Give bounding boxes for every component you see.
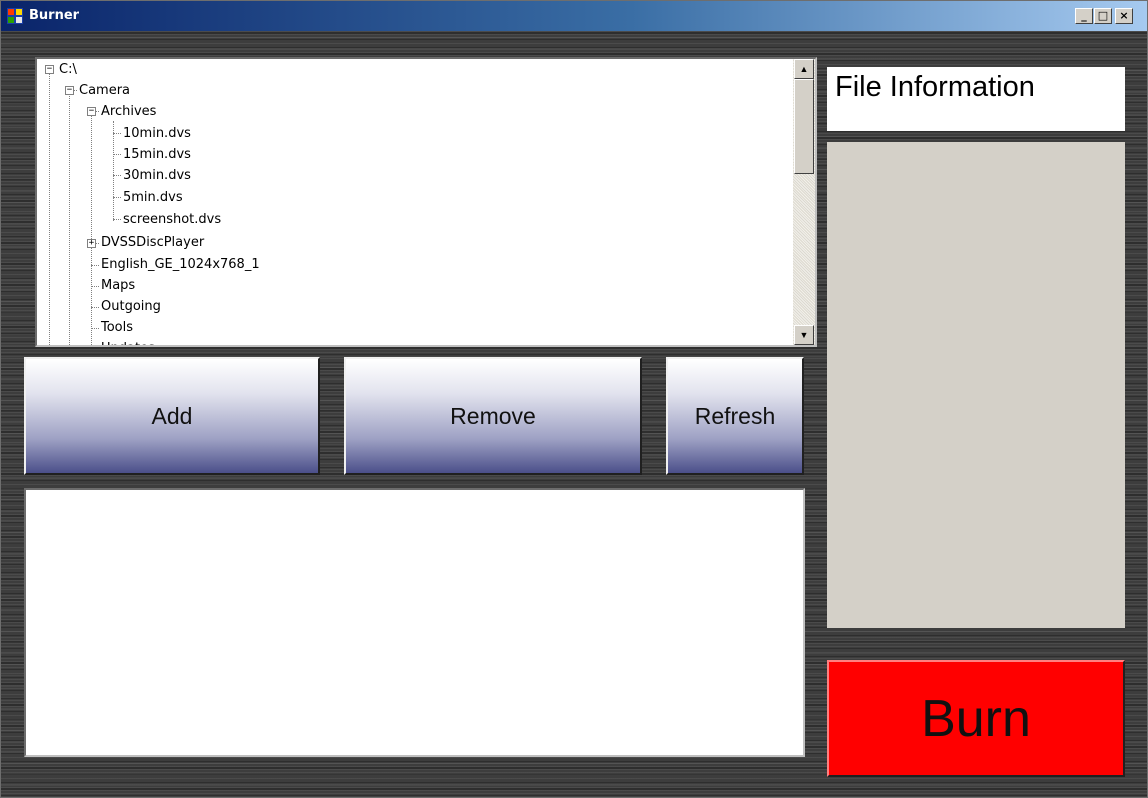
app-icon — [7, 8, 23, 24]
window-title: Burner — [29, 8, 80, 23]
tree-node-c-drive[interactable]: C:\ — [59, 59, 77, 80]
maximize-button[interactable]: □ — [1094, 8, 1112, 24]
close-button[interactable]: × — [1115, 8, 1133, 24]
scroll-thumb[interactable] — [794, 79, 814, 174]
tree-node-file[interactable]: 15min.dvs — [123, 144, 191, 165]
scroll-up-icon[interactable]: ▲ — [794, 59, 814, 79]
tree-node-updates[interactable]: Updates — [101, 338, 155, 345]
folder-tree-view[interactable]: − − − + C:\ Camera Archives 10min.dvs 15… — [35, 57, 817, 347]
tree-node-english-ge[interactable]: English_GE_1024x768_1 — [101, 254, 260, 275]
tree-node-file[interactable]: 30min.dvs — [123, 165, 191, 186]
tree-node-archives[interactable]: Archives — [101, 101, 156, 122]
tree-node-maps[interactable]: Maps — [101, 275, 135, 296]
collapse-icon[interactable]: − — [87, 107, 96, 116]
collapse-icon[interactable]: − — [45, 65, 54, 74]
add-button[interactable]: Add — [24, 357, 320, 475]
burn-file-list[interactable] — [24, 488, 805, 757]
title-bar[interactable]: Burner _ □ × — [1, 1, 1147, 31]
file-information-panel — [827, 142, 1125, 628]
tree-node-file[interactable]: 10min.dvs — [123, 123, 191, 144]
remove-button[interactable]: Remove — [344, 357, 642, 475]
burner-window: Burner _ □ × − − − + C:\ Camera Archives… — [0, 0, 1148, 798]
tree-content: − − − + C:\ Camera Archives 10min.dvs 15… — [37, 59, 789, 345]
tree-node-tools[interactable]: Tools — [101, 317, 133, 338]
expand-icon[interactable]: + — [87, 239, 96, 248]
tree-node-file[interactable]: 5min.dvs — [123, 187, 183, 208]
tree-scrollbar[interactable]: ▲ ▼ — [793, 59, 815, 345]
tree-node-outgoing[interactable]: Outgoing — [101, 296, 161, 317]
tree-node-file[interactable]: screenshot.dvs — [123, 209, 221, 230]
tree-node-dvssdiscplayer[interactable]: DVSSDiscPlayer — [101, 232, 204, 253]
file-information-header: File Information — [827, 67, 1125, 131]
refresh-button[interactable]: Refresh — [666, 357, 804, 475]
collapse-icon[interactable]: − — [65, 86, 74, 95]
scroll-down-icon[interactable]: ▼ — [794, 325, 814, 345]
minimize-button[interactable]: _ — [1075, 8, 1093, 24]
tree-node-camera[interactable]: Camera — [79, 80, 130, 101]
burn-button[interactable]: Burn — [827, 660, 1125, 777]
